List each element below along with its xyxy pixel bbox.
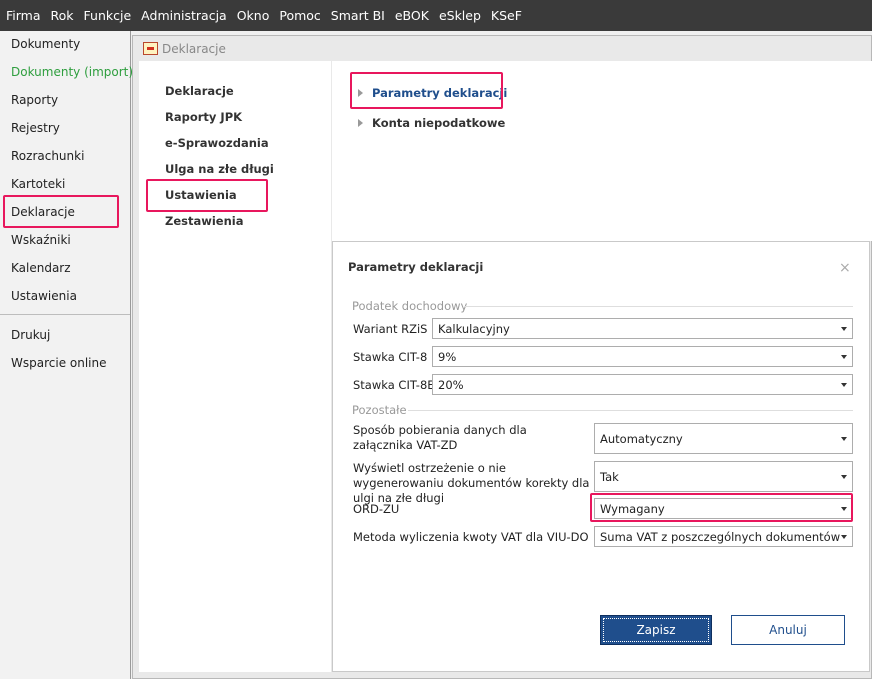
sidebar-item-rozrachunki[interactable]: Rozrachunki xyxy=(11,149,84,163)
select-sposob-pobierania[interactable]: Automatyczny xyxy=(594,423,853,454)
window-title: Deklaracje xyxy=(162,42,226,56)
chevron-down-icon xyxy=(841,383,847,387)
sidebar-item-kalendarz[interactable]: Kalendarz xyxy=(11,261,71,275)
sidebar-item-ustawienia[interactable]: Ustawienia xyxy=(11,289,77,303)
close-icon[interactable]: × xyxy=(839,260,851,276)
select-value: 20% xyxy=(438,377,464,392)
menu-funkcje[interactable]: Funkcje xyxy=(84,8,132,23)
chevron-down-icon xyxy=(841,327,847,331)
chevron-down-icon xyxy=(841,437,847,441)
sidebar-item-dokumenty[interactable]: Dokumenty xyxy=(11,37,80,51)
sidebar-item-kartoteki[interactable]: Kartoteki xyxy=(11,177,65,191)
nav-item-e-sprawozdania[interactable]: e-Sprawozdania xyxy=(165,136,269,150)
select-stawka-cit8e[interactable]: 20% xyxy=(432,374,853,395)
menu-firma[interactable]: Firma xyxy=(6,8,41,23)
group-divider xyxy=(465,306,853,307)
dialog-parametry-deklaracji: Parametry deklaracji × Podatek dochodowy… xyxy=(332,241,870,672)
nav-panel: Deklaracje Raporty JPK e-Sprawozdania Ul… xyxy=(139,61,331,672)
highlight-sidebar-deklaracje xyxy=(3,195,119,228)
sidebar-item-wsparcie-online[interactable]: Wsparcie online xyxy=(11,356,107,370)
sidebar-divider xyxy=(0,314,130,315)
dialog-title: Parametry deklaracji xyxy=(348,260,484,274)
menu-ebok[interactable]: eBOK xyxy=(395,8,429,23)
nav-item-ulga[interactable]: Ulga na złe długi xyxy=(165,162,274,176)
nav-item-deklaracje[interactable]: Deklaracje xyxy=(165,84,234,98)
menu-administracja[interactable]: Administracja xyxy=(141,8,227,23)
menu-pomoc[interactable]: Pomoc xyxy=(279,8,320,23)
group-divider xyxy=(408,410,853,411)
label-sposob-pobierania: Sposób pobierania danych dla załącznika … xyxy=(353,423,527,452)
menu-bar: Firma Rok Funkcje Administracja Okno Pom… xyxy=(0,0,872,31)
label-ord-zu: ORD-ZU xyxy=(353,502,400,516)
select-value: 9% xyxy=(438,349,457,364)
select-wariant-rzis[interactable]: Kalkulacyjny xyxy=(432,318,853,339)
chevron-down-icon xyxy=(841,355,847,359)
highlight-nav-ustawienia xyxy=(146,179,268,212)
select-metoda-vat[interactable]: Suma VAT z poszczególnych dokumentów xyxy=(594,526,853,547)
sidebar-item-drukuj[interactable]: Drukuj xyxy=(11,328,50,342)
chevron-down-icon xyxy=(841,475,847,479)
sidebar-item-dokumenty-import[interactable]: Dokumenty (import) xyxy=(11,65,133,79)
select-value: Tak xyxy=(600,469,619,484)
sidebar-item-raporty[interactable]: Raporty xyxy=(11,93,58,107)
triangle-right-icon xyxy=(358,119,363,127)
document-arrow-icon xyxy=(143,42,158,55)
chevron-down-icon xyxy=(841,535,847,539)
highlight-ord-zu xyxy=(590,493,853,522)
label-ostrzezenie: Wyświetl ostrzeżenie o nie wygenerowaniu… xyxy=(353,461,590,505)
menu-esklep[interactable]: eSklep xyxy=(439,8,481,23)
sidebar: Dokumenty Dokumenty (import) Raporty Rej… xyxy=(0,31,133,679)
nav-item-raporty-jpk[interactable]: Raporty JPK xyxy=(165,110,242,124)
select-stawka-cit8[interactable]: 9% xyxy=(432,346,853,367)
group-podatek-dochodowy: Podatek dochodowy xyxy=(352,299,468,313)
label-stawka-cit8e: Stawka CIT-8E xyxy=(353,378,435,392)
save-button[interactable]: Zapisz xyxy=(600,615,712,645)
select-ostrzezenie[interactable]: Tak xyxy=(594,461,853,492)
select-value: Suma VAT z poszczególnych dokumentów xyxy=(600,529,841,544)
label-stawka-cit8: Stawka CIT-8 xyxy=(353,350,428,364)
label-wariant-rzis: Wariant RZiS xyxy=(353,322,428,336)
cancel-button[interactable]: Anuluj xyxy=(731,615,845,645)
sidebar-item-rejestry[interactable]: Rejestry xyxy=(11,121,60,135)
label-metoda-vat: Metoda wyliczenia kwoty VAT dla VIU-DO xyxy=(353,530,589,544)
window-title-bar: Deklaracje xyxy=(133,36,872,62)
select-value: Automatyczny xyxy=(600,431,683,446)
menu-okno[interactable]: Okno xyxy=(237,8,270,23)
link-konta-niepodatkowe[interactable]: Konta niepodatkowe xyxy=(372,116,505,130)
menu-rok[interactable]: Rok xyxy=(51,8,74,23)
menu-smart-bi[interactable]: Smart BI xyxy=(331,8,385,23)
highlight-parametry-deklaracji xyxy=(350,72,503,109)
sidebar-item-wskazniki[interactable]: Wskaźniki xyxy=(11,233,71,247)
nav-item-zestawienia[interactable]: Zestawienia xyxy=(165,214,244,228)
group-pozostale: Pozostałe xyxy=(352,403,407,417)
menu-ksef[interactable]: KSeF xyxy=(491,8,522,23)
select-value: Kalkulacyjny xyxy=(438,321,510,336)
